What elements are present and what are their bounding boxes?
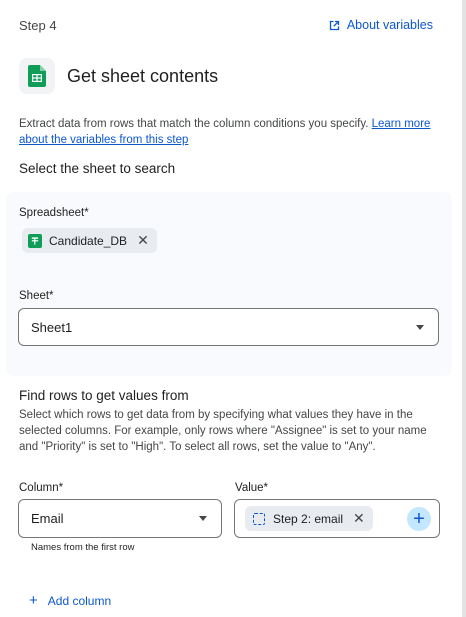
column-select[interactable]: Email [18,499,222,538]
variable-chip-label: Step 2: email [273,511,344,526]
google-sheets-icon [28,233,42,248]
step-header: Get sheet contents [19,58,218,94]
value-field[interactable]: Step 2: email ✕ + [234,499,440,538]
dropdown-caret-icon [416,325,424,330]
step-label: Step 4 [19,18,57,33]
about-variables-link[interactable]: About variables [328,18,433,32]
spreadsheet-chip[interactable]: Candidate_DB ✕ [22,228,157,253]
step-description: Extract data from rows that match the co… [19,116,439,148]
find-rows-description: Select which rows to get data from by sp… [19,409,427,453]
insert-variable-button[interactable]: + [407,507,431,531]
google-sheets-icon [19,58,55,94]
column-select-value: Email [31,511,64,526]
variable-icon [253,512,265,525]
add-column-label: Add column [47,593,112,608]
step-panel: Step 4 About variables Get sheet content… [0,0,462,617]
value-label: Value* [235,482,269,494]
close-icon[interactable]: ✕ [353,510,365,527]
description-text: Extract data from rows that match the co… [19,118,369,130]
sheet-select[interactable]: Sheet1 [18,308,439,346]
find-rows-heading: Find rows to get values from [19,388,189,403]
variable-chip[interactable]: Step 2: email ✕ [245,506,373,531]
spreadsheet-label: Spreadsheet* [19,207,89,219]
plus-icon: + [29,592,38,609]
panel-divider [462,0,466,617]
add-column-button[interactable]: + Add column [29,592,111,609]
page-title: Get sheet contents [67,65,219,86]
about-variables-label: About variables [346,18,433,32]
open-in-new-icon [329,20,339,30]
sheet-selection-card: Spreadsheet* Candidate_DB ✕ Sheet* Sheet… [6,192,452,376]
dropdown-caret-icon [199,516,207,521]
spreadsheet-name: Candidate_DB [49,233,128,248]
plus-icon: + [413,508,425,530]
column-label: Column* [19,482,64,494]
select-sheet-heading: Select the sheet to search [19,161,176,176]
sheet-select-value: Sheet1 [31,319,73,335]
column-hint: Names from the first row [31,542,135,553]
close-icon[interactable]: ✕ [137,232,149,249]
sheet-label: Sheet* [19,290,54,302]
